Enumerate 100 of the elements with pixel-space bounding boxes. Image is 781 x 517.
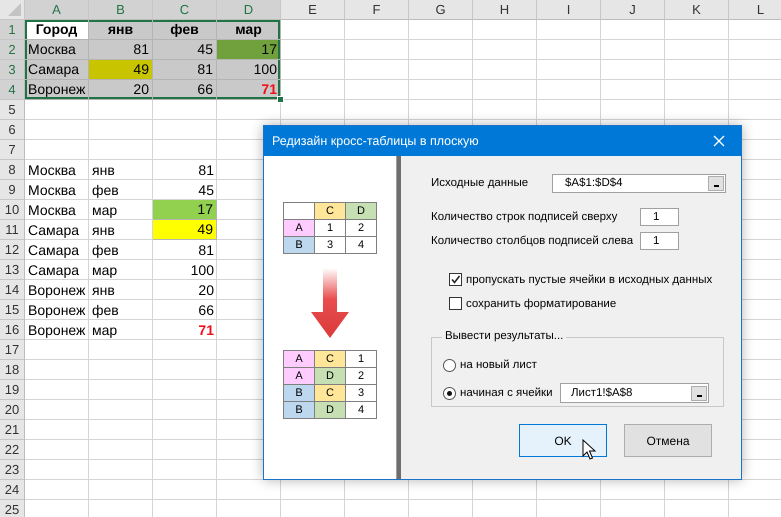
row-header[interactable]: 8 <box>0 160 25 180</box>
column-header[interactable]: B <box>89 0 153 20</box>
row-header[interactable]: 25 <box>0 500 25 517</box>
field-label: Исходные данные <box>431 177 530 189</box>
row-header[interactable]: 21 <box>0 420 25 440</box>
fill-handle[interactable] <box>277 96 284 103</box>
column-header[interactable]: E <box>281 0 345 20</box>
column-header[interactable]: J <box>601 0 665 20</box>
field-label: Количество строк подписей сверху <box>431 211 618 223</box>
cancel-button[interactable]: Отмена <box>624 424 712 457</box>
row-header[interactable]: 16 <box>0 320 25 340</box>
row-header[interactable]: 1 <box>0 20 25 40</box>
number-field[interactable]: 1 <box>640 232 679 250</box>
number-field[interactable]: 1 <box>640 208 679 226</box>
table-cell-text: 20 <box>197 281 215 300</box>
row-header[interactable]: 9 <box>0 180 25 200</box>
table-cell-text: Самара <box>27 241 80 260</box>
column-header[interactable]: L <box>729 0 781 20</box>
column-header[interactable]: F <box>345 0 409 20</box>
table-cell: 45 <box>153 40 217 60</box>
table-cell: C <box>315 203 346 220</box>
row-header[interactable]: 14 <box>0 280 25 300</box>
row-header[interactable]: 18 <box>0 360 25 380</box>
column-header[interactable]: A <box>25 0 89 20</box>
radio-button[interactable] <box>443 358 456 372</box>
row-header[interactable]: 23 <box>0 460 25 480</box>
column-header[interactable]: C <box>153 0 217 20</box>
row-header[interactable]: 22 <box>0 440 25 460</box>
row-header[interactable]: 2 <box>0 40 25 60</box>
row-header[interactable]: 3 <box>0 60 25 80</box>
table-cell: 3 <box>315 237 346 254</box>
table-cell-text: Воронеж <box>27 281 86 300</box>
row-header[interactable]: 17 <box>0 340 25 360</box>
row-header[interactable]: 5 <box>0 100 25 120</box>
row-header[interactable]: 11 <box>0 220 25 240</box>
table-cell: 49 <box>89 60 153 80</box>
table-cell: 4 <box>346 237 377 254</box>
table-cell: 71 <box>217 80 281 100</box>
table-cell-text: Москва <box>27 201 77 220</box>
group-title: Вывести результаты... <box>442 330 566 342</box>
table-cell-text: 66 <box>197 301 215 320</box>
ok-button[interactable]: OK <box>519 424 607 457</box>
row-header[interactable]: 4 <box>0 80 25 100</box>
table-cell: 49 <box>153 220 217 240</box>
mouse-pointer-icon <box>582 439 596 461</box>
table-cell: C <box>315 385 346 402</box>
table-cell: 17 <box>153 200 217 220</box>
table-cell: D <box>315 368 346 385</box>
row-header[interactable]: 6 <box>0 120 25 140</box>
cell-reference-field[interactable]: Лист1!$A$8 <box>560 383 709 403</box>
table-cell: 81 <box>89 40 153 60</box>
row-header[interactable]: 10 <box>0 200 25 220</box>
row-header[interactable]: 12 <box>0 240 25 260</box>
table-cell: B <box>284 237 315 254</box>
range-field[interactable]: $A$1:$D$4 <box>552 174 726 192</box>
range-picker-button[interactable] <box>708 176 724 190</box>
table-cell: B <box>284 385 315 402</box>
checkbox[interactable] <box>449 273 462 286</box>
row-header[interactable]: 20 <box>0 400 25 420</box>
table-cell-text: янв <box>91 221 116 240</box>
table-cell: A <box>284 368 315 385</box>
column-header[interactable]: K <box>665 0 729 20</box>
table-cell: B <box>284 402 315 419</box>
table-cell-text: Воронеж <box>27 321 86 340</box>
table-cell-text: мар <box>91 261 118 280</box>
table-cell-text: 45 <box>197 181 215 200</box>
table-cell: 3 <box>346 385 377 402</box>
table-cell: 66 <box>153 80 217 100</box>
row-header[interactable]: 19 <box>0 380 25 400</box>
table-cell-text: фев <box>91 181 120 200</box>
table-cell-text: янв <box>91 161 116 180</box>
table-cell-text: янв <box>91 281 116 300</box>
radio-button[interactable] <box>443 386 456 400</box>
row-header[interactable]: 7 <box>0 140 25 160</box>
column-header[interactable]: I <box>537 0 601 20</box>
table-cell-text: фев <box>91 241 120 260</box>
table-cell: A <box>284 351 315 368</box>
row-header[interactable]: 13 <box>0 260 25 280</box>
radio-label: начиная с ячейки <box>460 387 553 399</box>
row-header[interactable]: 24 <box>0 480 25 500</box>
column-header[interactable]: H <box>473 0 537 20</box>
table-cell-text: Воронеж <box>27 301 86 320</box>
column-header[interactable]: G <box>409 0 473 20</box>
row-header[interactable]: 15 <box>0 300 25 320</box>
table-cell: 20 <box>89 80 153 100</box>
table-cell: 81 <box>153 60 217 80</box>
table-cell: Воронеж <box>25 80 89 100</box>
table-cell: D <box>346 203 377 220</box>
table-cell: 17 <box>217 40 281 60</box>
dialog-title: Редизайн кросс-таблицы в плоскую <box>272 134 479 148</box>
table-cell: 2 <box>346 368 377 385</box>
checkbox[interactable] <box>449 297 462 310</box>
table-cell: 1 <box>315 220 346 237</box>
table-cell: мар <box>217 20 281 40</box>
table-cell-text: Самара <box>27 221 80 240</box>
range-picker-button[interactable] <box>691 386 707 400</box>
column-header[interactable]: D <box>217 0 281 20</box>
checkbox-label: сохранить форматирование <box>466 298 616 310</box>
table-cell-text: Москва <box>27 161 77 180</box>
table-cell-text: мар <box>91 201 118 220</box>
